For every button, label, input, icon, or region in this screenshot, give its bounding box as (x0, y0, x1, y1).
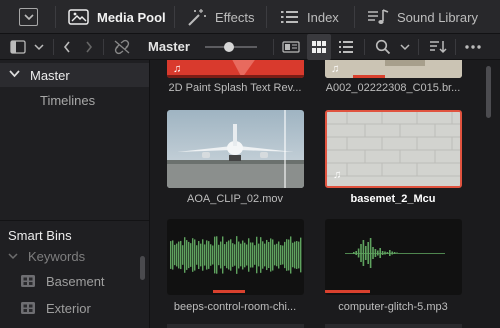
brick-wall-thumbnail-art (327, 112, 460, 186)
grid-scrollbar[interactable] (486, 66, 491, 118)
music-note-icon: ♫ (173, 63, 182, 75)
smart-bin-basement[interactable]: Basement (20, 271, 105, 291)
clip-card[interactable]: AOA_CLIP_02.mov (167, 110, 304, 208)
effects-tab[interactable]: Effects (186, 0, 255, 34)
clip-card[interactable] (167, 324, 304, 328)
clip-thumbnail[interactable]: ♫ (325, 60, 462, 78)
clip-card[interactable]: ♫ basemet_2_Mcu (325, 110, 462, 208)
magic-wand-icon (188, 9, 206, 26)
chevron-down-icon (400, 43, 410, 50)
index-label: Index (307, 9, 339, 25)
clip-card[interactable]: beeps-control-room-chi... (167, 219, 304, 317)
search-options-button[interactable] (397, 34, 413, 60)
chevron-down-icon (8, 252, 18, 259)
current-bin-title: Master (148, 39, 190, 54)
thumbnail-view-button[interactable] (307, 34, 331, 60)
smart-bins-header[interactable]: Smart Bins (0, 220, 149, 249)
search-icon (375, 39, 391, 55)
smart-bin-label: Keywords (28, 248, 86, 264)
media-pool-tab[interactable]: Media Pool (68, 0, 166, 34)
more-options-button[interactable] (460, 34, 486, 60)
list-view-button[interactable] (335, 34, 357, 60)
chevron-left-icon (63, 41, 70, 53)
clip-thumbnail[interactable] (167, 219, 304, 295)
sort-button[interactable] (426, 34, 450, 60)
smart-bin-exterior[interactable]: Exterior (20, 298, 91, 318)
clip-thumbnail[interactable] (167, 110, 304, 188)
interior-thumbnail-art (325, 60, 462, 78)
media-pool-toolbar: Master (0, 34, 500, 60)
media-pool-label: Media Pool (97, 9, 166, 25)
effects-label: Effects (215, 9, 255, 25)
clip-name: basemet_2_Mcu (350, 193, 436, 205)
clip-thumbnail-selected[interactable]: ♫ (325, 110, 462, 188)
smart-bin-icon (21, 275, 35, 287)
sidebar-scrollbar[interactable] (140, 256, 145, 280)
clip-card[interactable]: ♫ A002_02222308_C015.br... (325, 60, 462, 98)
toolbar-divider (53, 39, 54, 55)
sidebar-options-button[interactable] (31, 34, 47, 60)
audio-waveform (170, 236, 302, 293)
search-button[interactable] (372, 34, 394, 60)
chevron-right-icon (86, 41, 93, 53)
clip-card[interactable]: computer-glitch-5.mp3 (325, 219, 462, 317)
chevron-down-icon (9, 70, 20, 78)
toolbar-divider (455, 39, 456, 55)
sort-icon (430, 41, 447, 54)
toolbar-divider (103, 39, 104, 55)
clip-name: A002_02222308_C015.br... (325, 82, 461, 94)
panel-collapse-button[interactable] (19, 8, 38, 26)
more-horizontal-icon (465, 45, 481, 49)
index-tab[interactable]: Index (280, 0, 339, 34)
metadata-view-icon (282, 41, 300, 53)
clip-name: 2D Paint Splash Text Rev... (168, 82, 302, 94)
sidebar-toggle-button[interactable] (8, 34, 28, 60)
toolbar-divider (174, 6, 175, 28)
music-note-icon (368, 9, 389, 24)
sound-library-tab[interactable]: Sound Library (366, 0, 478, 34)
sidebar-icon (10, 40, 26, 54)
toolbar-divider (418, 39, 419, 55)
unlink-button[interactable] (110, 34, 134, 60)
audio-waveform (325, 238, 445, 293)
metadata-view-button[interactable] (280, 34, 302, 60)
chevron-down-icon (34, 43, 44, 50)
list-view-icon (339, 41, 353, 53)
clip-name: computer-glitch-5.mp3 (338, 301, 448, 313)
toolbar-divider (55, 6, 56, 28)
grid-view-icon (312, 41, 326, 53)
smart-bin-label: Basement (46, 273, 105, 289)
toolbar-divider (266, 6, 267, 28)
toolbar-divider (364, 39, 365, 55)
chevron-down-icon (23, 13, 34, 20)
clip-card[interactable]: ♫ 2D Paint Splash Text Rev... (167, 60, 304, 98)
media-pool-grid: ♫ 2D Paint Splash Text Rev... ♫ A002_022… (151, 60, 500, 328)
thumbnail-size-slider-handle[interactable] (224, 42, 234, 52)
clip-name: beeps-control-room-chi... (173, 301, 297, 313)
sidebar-item-master[interactable]: Master (0, 63, 149, 87)
sound-library-label: Sound Library (397, 9, 478, 25)
airplane-thumbnail-art (167, 110, 304, 188)
back-button[interactable] (58, 34, 76, 60)
paint-splash-thumbnail-art (167, 60, 304, 78)
sidebar-item-label: Master (30, 67, 70, 83)
smart-bin-label: Exterior (46, 300, 91, 316)
sidebar-item-timelines[interactable]: Timelines (40, 93, 95, 108)
module-toolbar: Media Pool Effects Index Sound Library (0, 0, 500, 34)
toolbar-divider (354, 6, 355, 28)
clip-name: AOA_CLIP_02.mov (187, 193, 283, 205)
smart-bin-keywords[interactable]: Keywords (8, 246, 85, 266)
clip-card[interactable] (325, 324, 462, 328)
smart-bin-icon (21, 302, 35, 314)
unlink-icon (114, 39, 130, 55)
clip-thumbnail[interactable]: ♫ (167, 60, 304, 78)
list-icon (281, 11, 298, 23)
music-note-icon: ♫ (333, 169, 342, 181)
bin-sidebar: Master Timelines Smart Bins Keywords Bas… (0, 60, 150, 328)
clip-thumbnail[interactable] (325, 219, 462, 295)
music-note-icon: ♫ (331, 63, 340, 75)
toolbar-divider (273, 39, 274, 55)
media-pool-icon (68, 9, 89, 25)
forward-button[interactable] (80, 34, 98, 60)
